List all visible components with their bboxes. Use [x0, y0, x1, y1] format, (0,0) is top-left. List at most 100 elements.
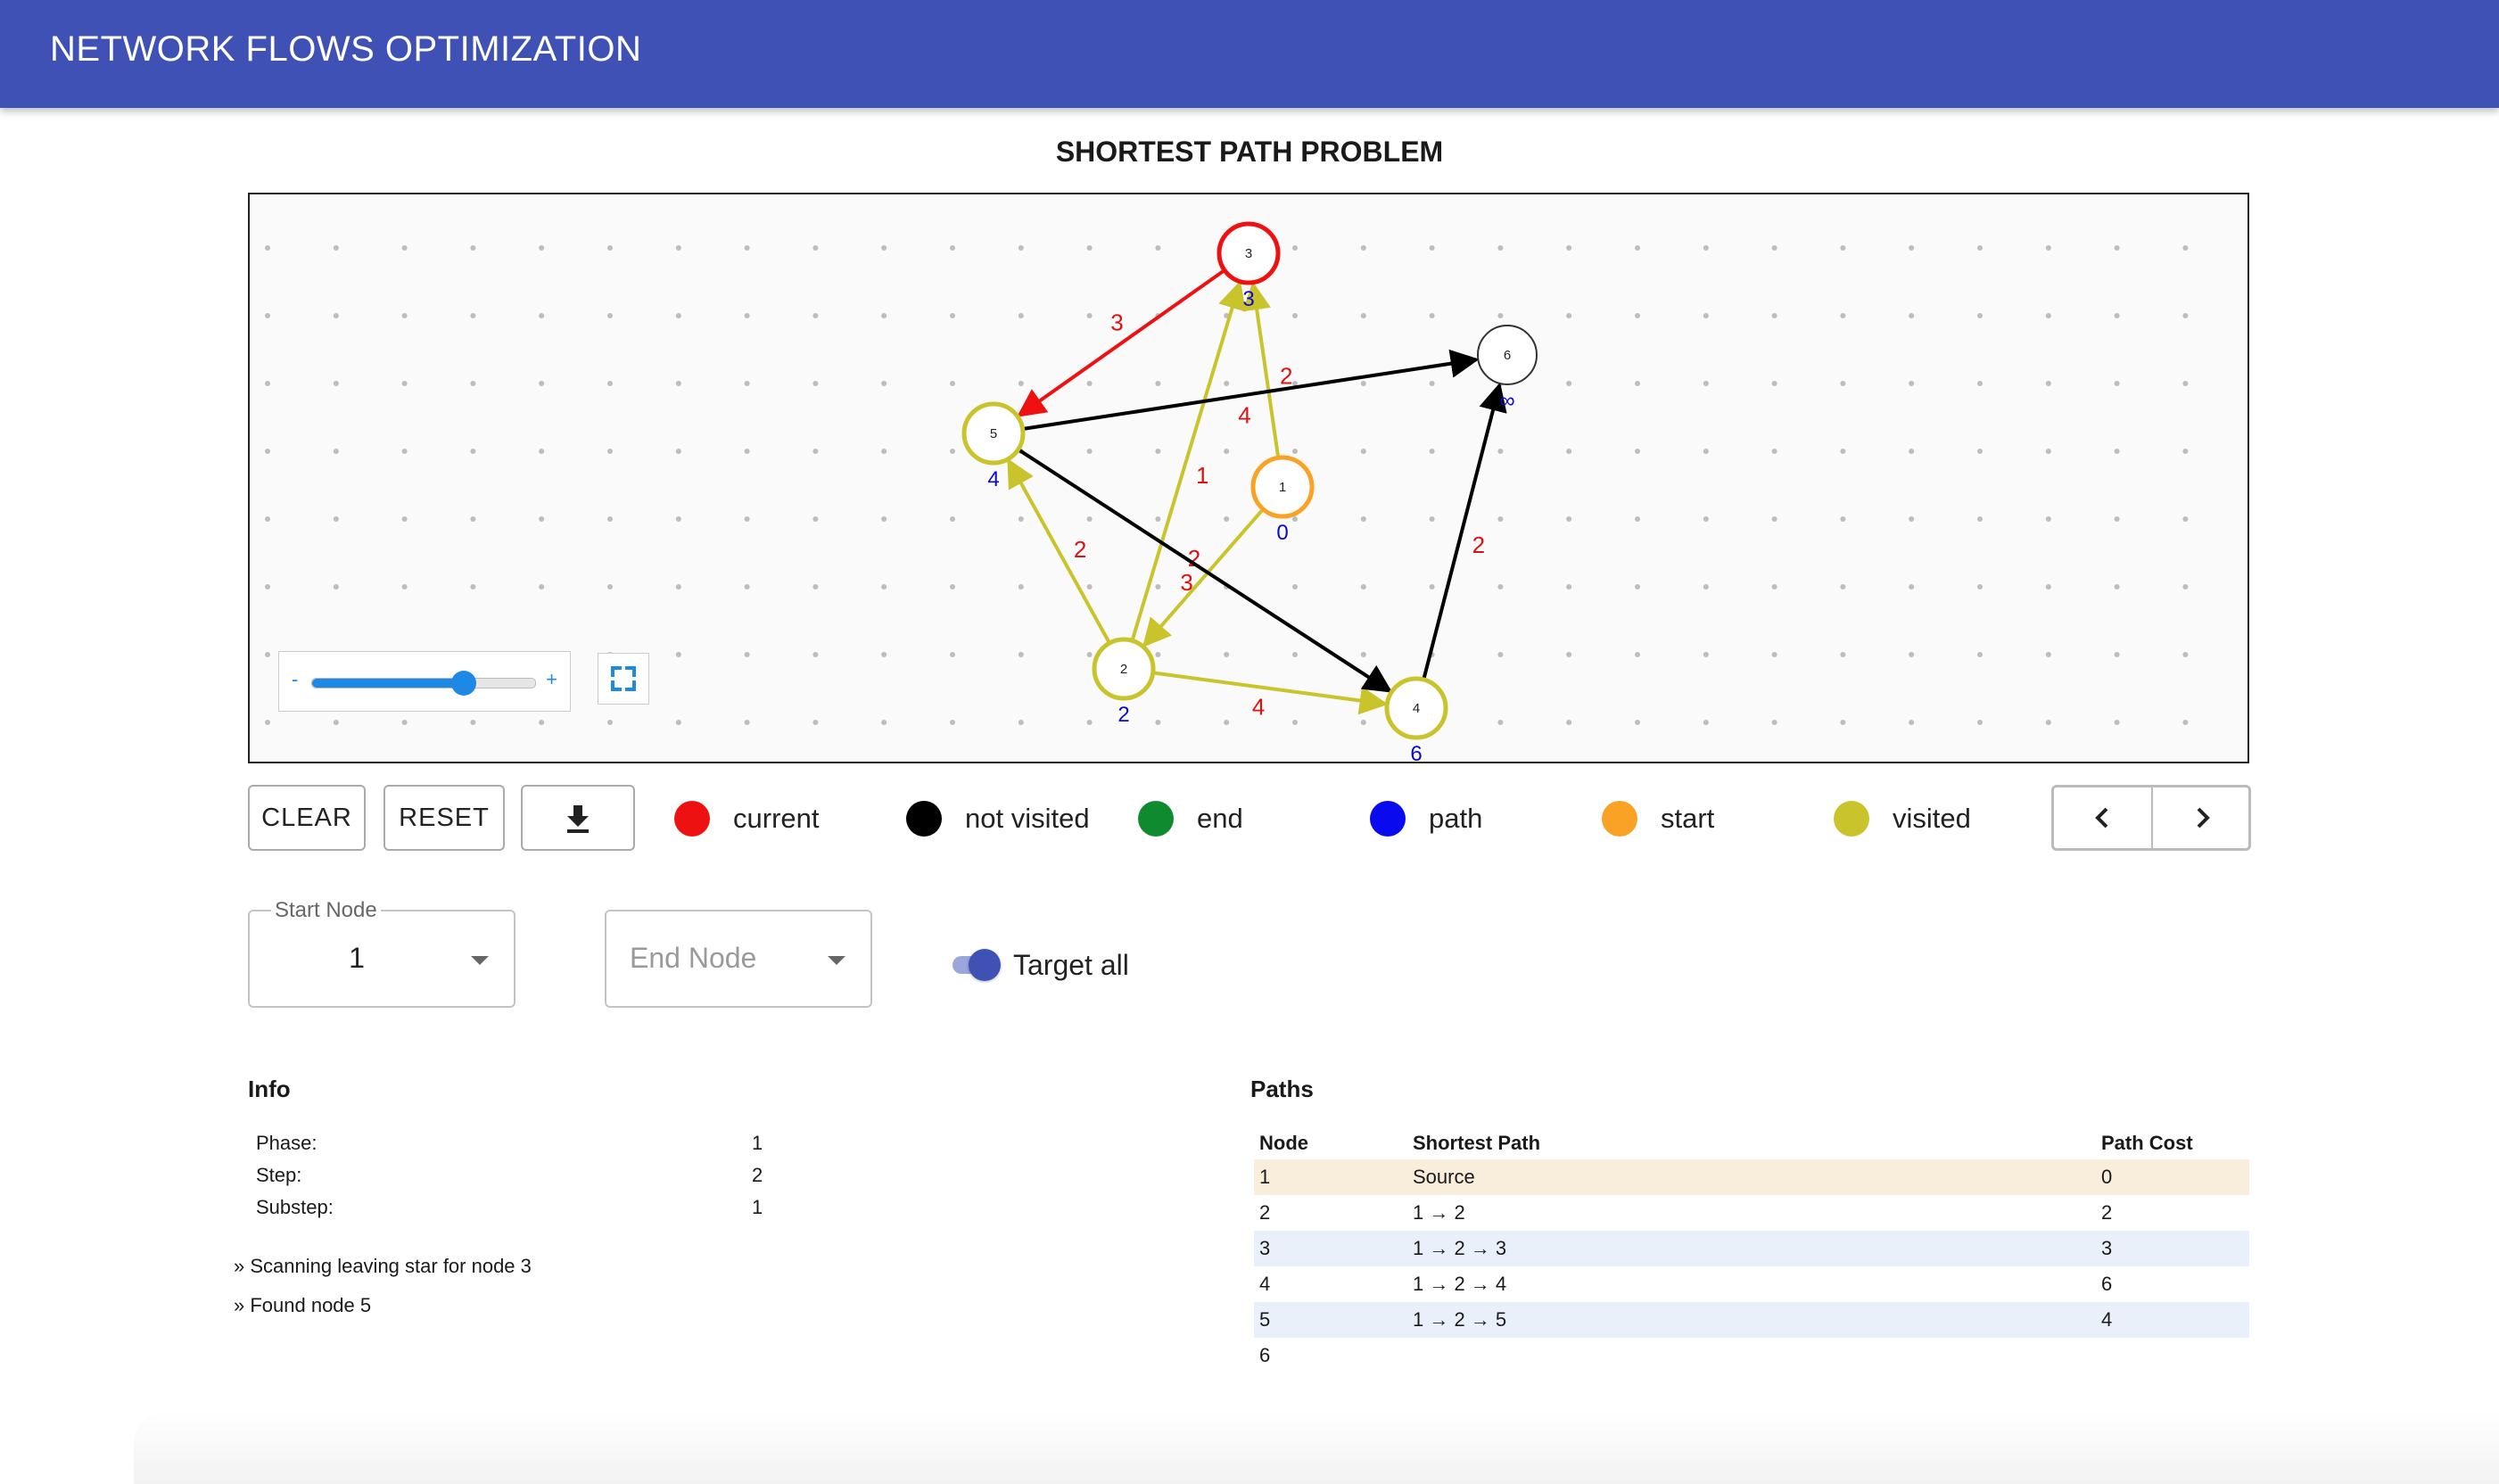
- grid-dot: [812, 652, 819, 657]
- table-row: 6: [1254, 1338, 2249, 1373]
- info-key: Substep:: [256, 1196, 334, 1218]
- grid-dot: [1086, 313, 1093, 318]
- grid-dot: [2114, 313, 2120, 318]
- grid-dot: [1360, 584, 1366, 589]
- legend-path: path: [1370, 801, 1482, 837]
- grid-dot: [1909, 313, 1915, 318]
- grid-dot: [675, 245, 681, 251]
- grid-dot: [950, 313, 955, 318]
- edge-weight-label: 4: [1252, 693, 1265, 720]
- graph-node-5[interactable]: 54: [961, 401, 1026, 491]
- grid-dot: [1018, 516, 1024, 522]
- grid-dot: [1018, 381, 1024, 386]
- grid-dot: [2182, 720, 2189, 725]
- download-button[interactable]: [521, 785, 635, 851]
- graph-node-4[interactable]: 46: [1384, 676, 1448, 762]
- clear-button[interactable]: CLEAR: [248, 785, 366, 851]
- edge-1-3[interactable]: [1242, 281, 1281, 458]
- cell-cost: 0: [2101, 1166, 2113, 1188]
- info-key: Phase:: [256, 1132, 318, 1154]
- edge-weight-label: 2: [1074, 536, 1086, 563]
- graph-node-3[interactable]: 33: [1217, 221, 1281, 311]
- grid-dot: [950, 652, 955, 657]
- grid-dot: [1635, 516, 1640, 522]
- target-all-label: Target all: [1013, 949, 1129, 981]
- dropdown-arrow-icon: [471, 956, 489, 965]
- zoom-control: - +: [278, 651, 571, 712]
- legend-label: visited: [1893, 803, 1971, 834]
- grid-dot: [1360, 720, 1366, 725]
- grid-dot: [812, 584, 819, 589]
- grid-dot: [2045, 720, 2051, 725]
- zoom-slider[interactable]: [311, 671, 536, 696]
- cell-cost: 6: [2101, 1273, 2113, 1295]
- node-distance-label: ∞: [1499, 389, 1514, 413]
- grid-dot: [470, 381, 476, 386]
- download-icon: [567, 805, 589, 833]
- grid-dot: [1155, 516, 1161, 522]
- edge-2-5[interactable]: [1007, 458, 1111, 645]
- grid-dot: [1977, 652, 1983, 657]
- grid-dot: [401, 381, 408, 386]
- grid-dot: [401, 720, 408, 725]
- cell-cost: 2: [2101, 1201, 2113, 1224]
- grid-dot: [1429, 381, 1435, 386]
- previous-step-button[interactable]: [2054, 787, 2151, 848]
- header-path-cost: Path Cost: [2101, 1132, 2193, 1154]
- end-node-select[interactable]: End Node: [605, 910, 872, 1008]
- graph-node-2[interactable]: 22: [1092, 637, 1156, 727]
- grid-dot: [1703, 449, 1709, 454]
- target-all-toggle[interactable]: [953, 949, 1002, 981]
- edge-1-2[interactable]: [1142, 507, 1265, 648]
- legend-label: current: [733, 803, 820, 834]
- grid-dot: [675, 516, 681, 522]
- cell-path: 1 → 2 → 4: [1413, 1273, 1507, 1295]
- grid-dot: [1224, 516, 1230, 522]
- fit-to-screen-button[interactable]: [598, 653, 649, 705]
- app-title: NETWORK FLOWS OPTIMIZATION: [50, 29, 642, 69]
- edge-2-4[interactable]: [1152, 671, 1389, 715]
- grid-dot: [1635, 584, 1640, 589]
- grid-dot: [1840, 313, 1846, 318]
- end-node-placeholder: End Node: [630, 942, 757, 974]
- next-step-button[interactable]: [2153, 787, 2250, 848]
- grid-dot: [333, 584, 339, 589]
- grid-dot: [539, 449, 545, 454]
- cell-cost: 4: [2101, 1308, 2113, 1331]
- grid-dot: [2114, 516, 2120, 522]
- chevron-right-icon: [2197, 807, 2210, 829]
- grid-dot: [2114, 652, 2120, 657]
- grid-dot: [265, 245, 270, 251]
- grid-dot: [1909, 584, 1915, 589]
- grid-dot: [607, 381, 613, 386]
- start-node-select[interactable]: Start Node 1: [248, 899, 515, 1008]
- grid-dot: [1566, 584, 1572, 589]
- grid-dot: [265, 381, 270, 386]
- table-header: Node Shortest Path Path Cost: [1254, 1125, 2249, 1156]
- legend-dot: [1370, 801, 1406, 837]
- reset-button[interactable]: RESET: [384, 785, 505, 851]
- grid-dot: [1977, 245, 1983, 251]
- grid-dot: [2114, 245, 2120, 251]
- zoom-slider-thumb[interactable]: [451, 671, 476, 696]
- grid-dot: [2114, 449, 2120, 454]
- grid-dot: [1909, 516, 1915, 522]
- grid-dot: [881, 245, 887, 251]
- grid-dot: [675, 584, 681, 589]
- graph-canvas[interactable]: 222143432 1 0 2 2 3 3 4 6 5 4 6 ∞ - +: [248, 193, 2249, 763]
- toggle-thumb: [969, 949, 1001, 981]
- graph-node-1[interactable]: 10: [1250, 455, 1315, 545]
- grid-dot: [2182, 381, 2189, 386]
- cell-node: 1: [1259, 1166, 1271, 1188]
- grid-dot: [265, 449, 270, 454]
- grid-dot: [1566, 313, 1572, 318]
- info-title: Info: [248, 1076, 291, 1102]
- grid-dot: [1771, 449, 1777, 454]
- grid-dot: [881, 720, 887, 725]
- edge-weight-label: 1: [1196, 462, 1208, 489]
- edge-3-5[interactable]: [1016, 268, 1226, 417]
- edge-4-6[interactable]: [1422, 382, 1507, 680]
- grid-dot: [1566, 245, 1572, 251]
- graph-node-6[interactable]: 6∞: [1477, 325, 1538, 413]
- grid-dot: [1018, 245, 1024, 251]
